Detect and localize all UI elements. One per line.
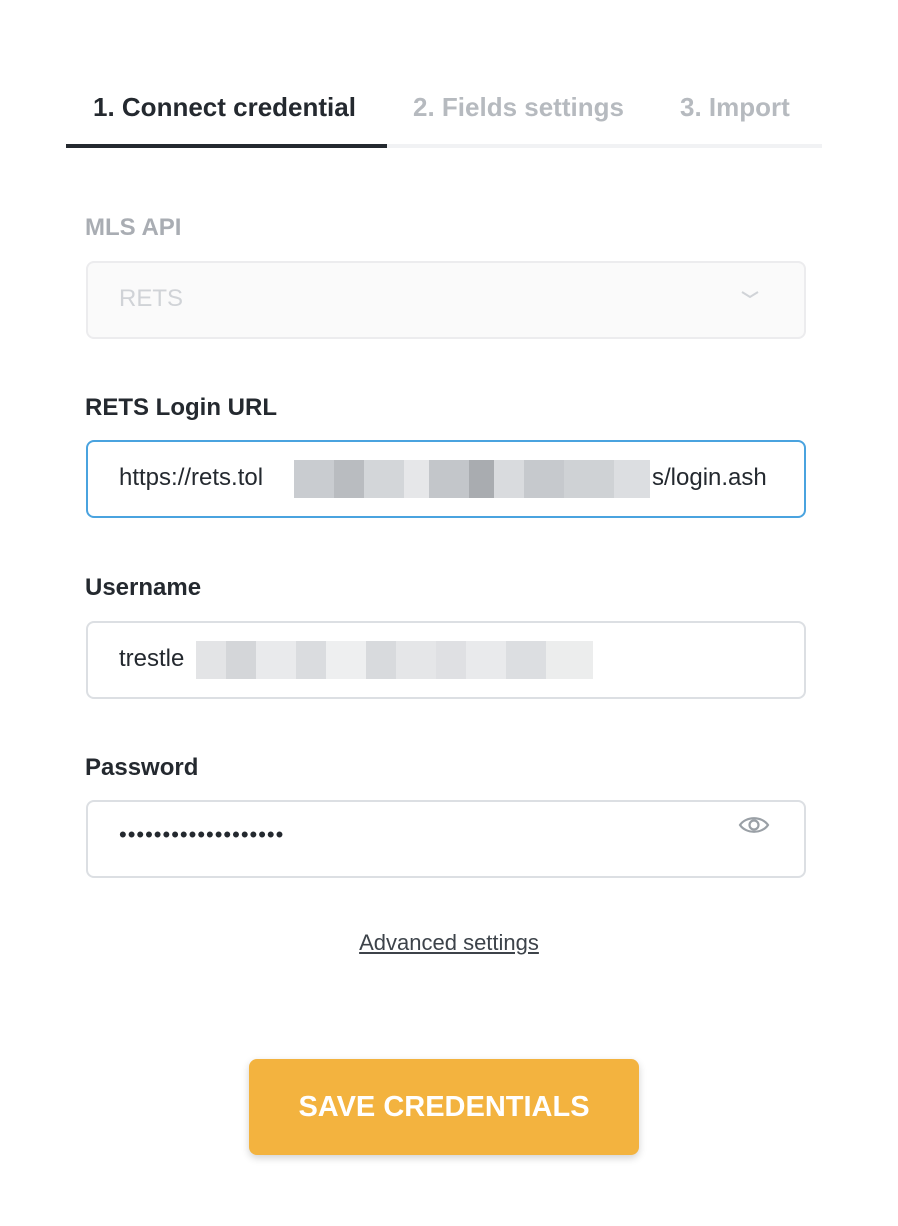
advanced-settings-row: Advanced settings [0, 930, 898, 956]
redacted-region [196, 641, 593, 679]
mls-api-select[interactable]: RETS [86, 261, 806, 339]
chevron-down-icon [741, 291, 759, 299]
redacted-region [294, 460, 650, 498]
username-label: Username [85, 574, 202, 601]
mls-api-value: RETS [119, 285, 184, 312]
advanced-settings-link[interactable]: Advanced settings [359, 930, 539, 955]
password-label: Password [85, 754, 199, 781]
rets-login-url-value-prefix: https://rets.tol [119, 464, 264, 491]
mls-api-label: MLS API [85, 214, 182, 241]
password-value: ••••••••••••••••••• [119, 822, 285, 847]
rets-login-url-value-suffix: s/login.ash [652, 464, 767, 491]
stepper-tabs: 1. Connect credential 2. Fields settings… [66, 80, 822, 148]
rets-login-url-input[interactable]: https://rets.tol s/login.ash [86, 440, 806, 518]
username-input[interactable]: trestle [86, 621, 806, 699]
rets-login-url-label: RETS Login URL [85, 394, 277, 421]
tab-connect-credential[interactable]: 1. Connect credential [93, 92, 356, 123]
username-value-prefix: trestle [119, 645, 185, 672]
eye-icon[interactable] [738, 814, 770, 836]
tab-import[interactable]: 3. Import [680, 92, 790, 123]
save-credentials-button[interactable]: SAVE CREDENTIALS [249, 1059, 639, 1155]
active-tab-indicator [66, 144, 387, 148]
password-input[interactable]: ••••••••••••••••••• [86, 800, 806, 878]
tab-fields-settings[interactable]: 2. Fields settings [413, 92, 624, 123]
